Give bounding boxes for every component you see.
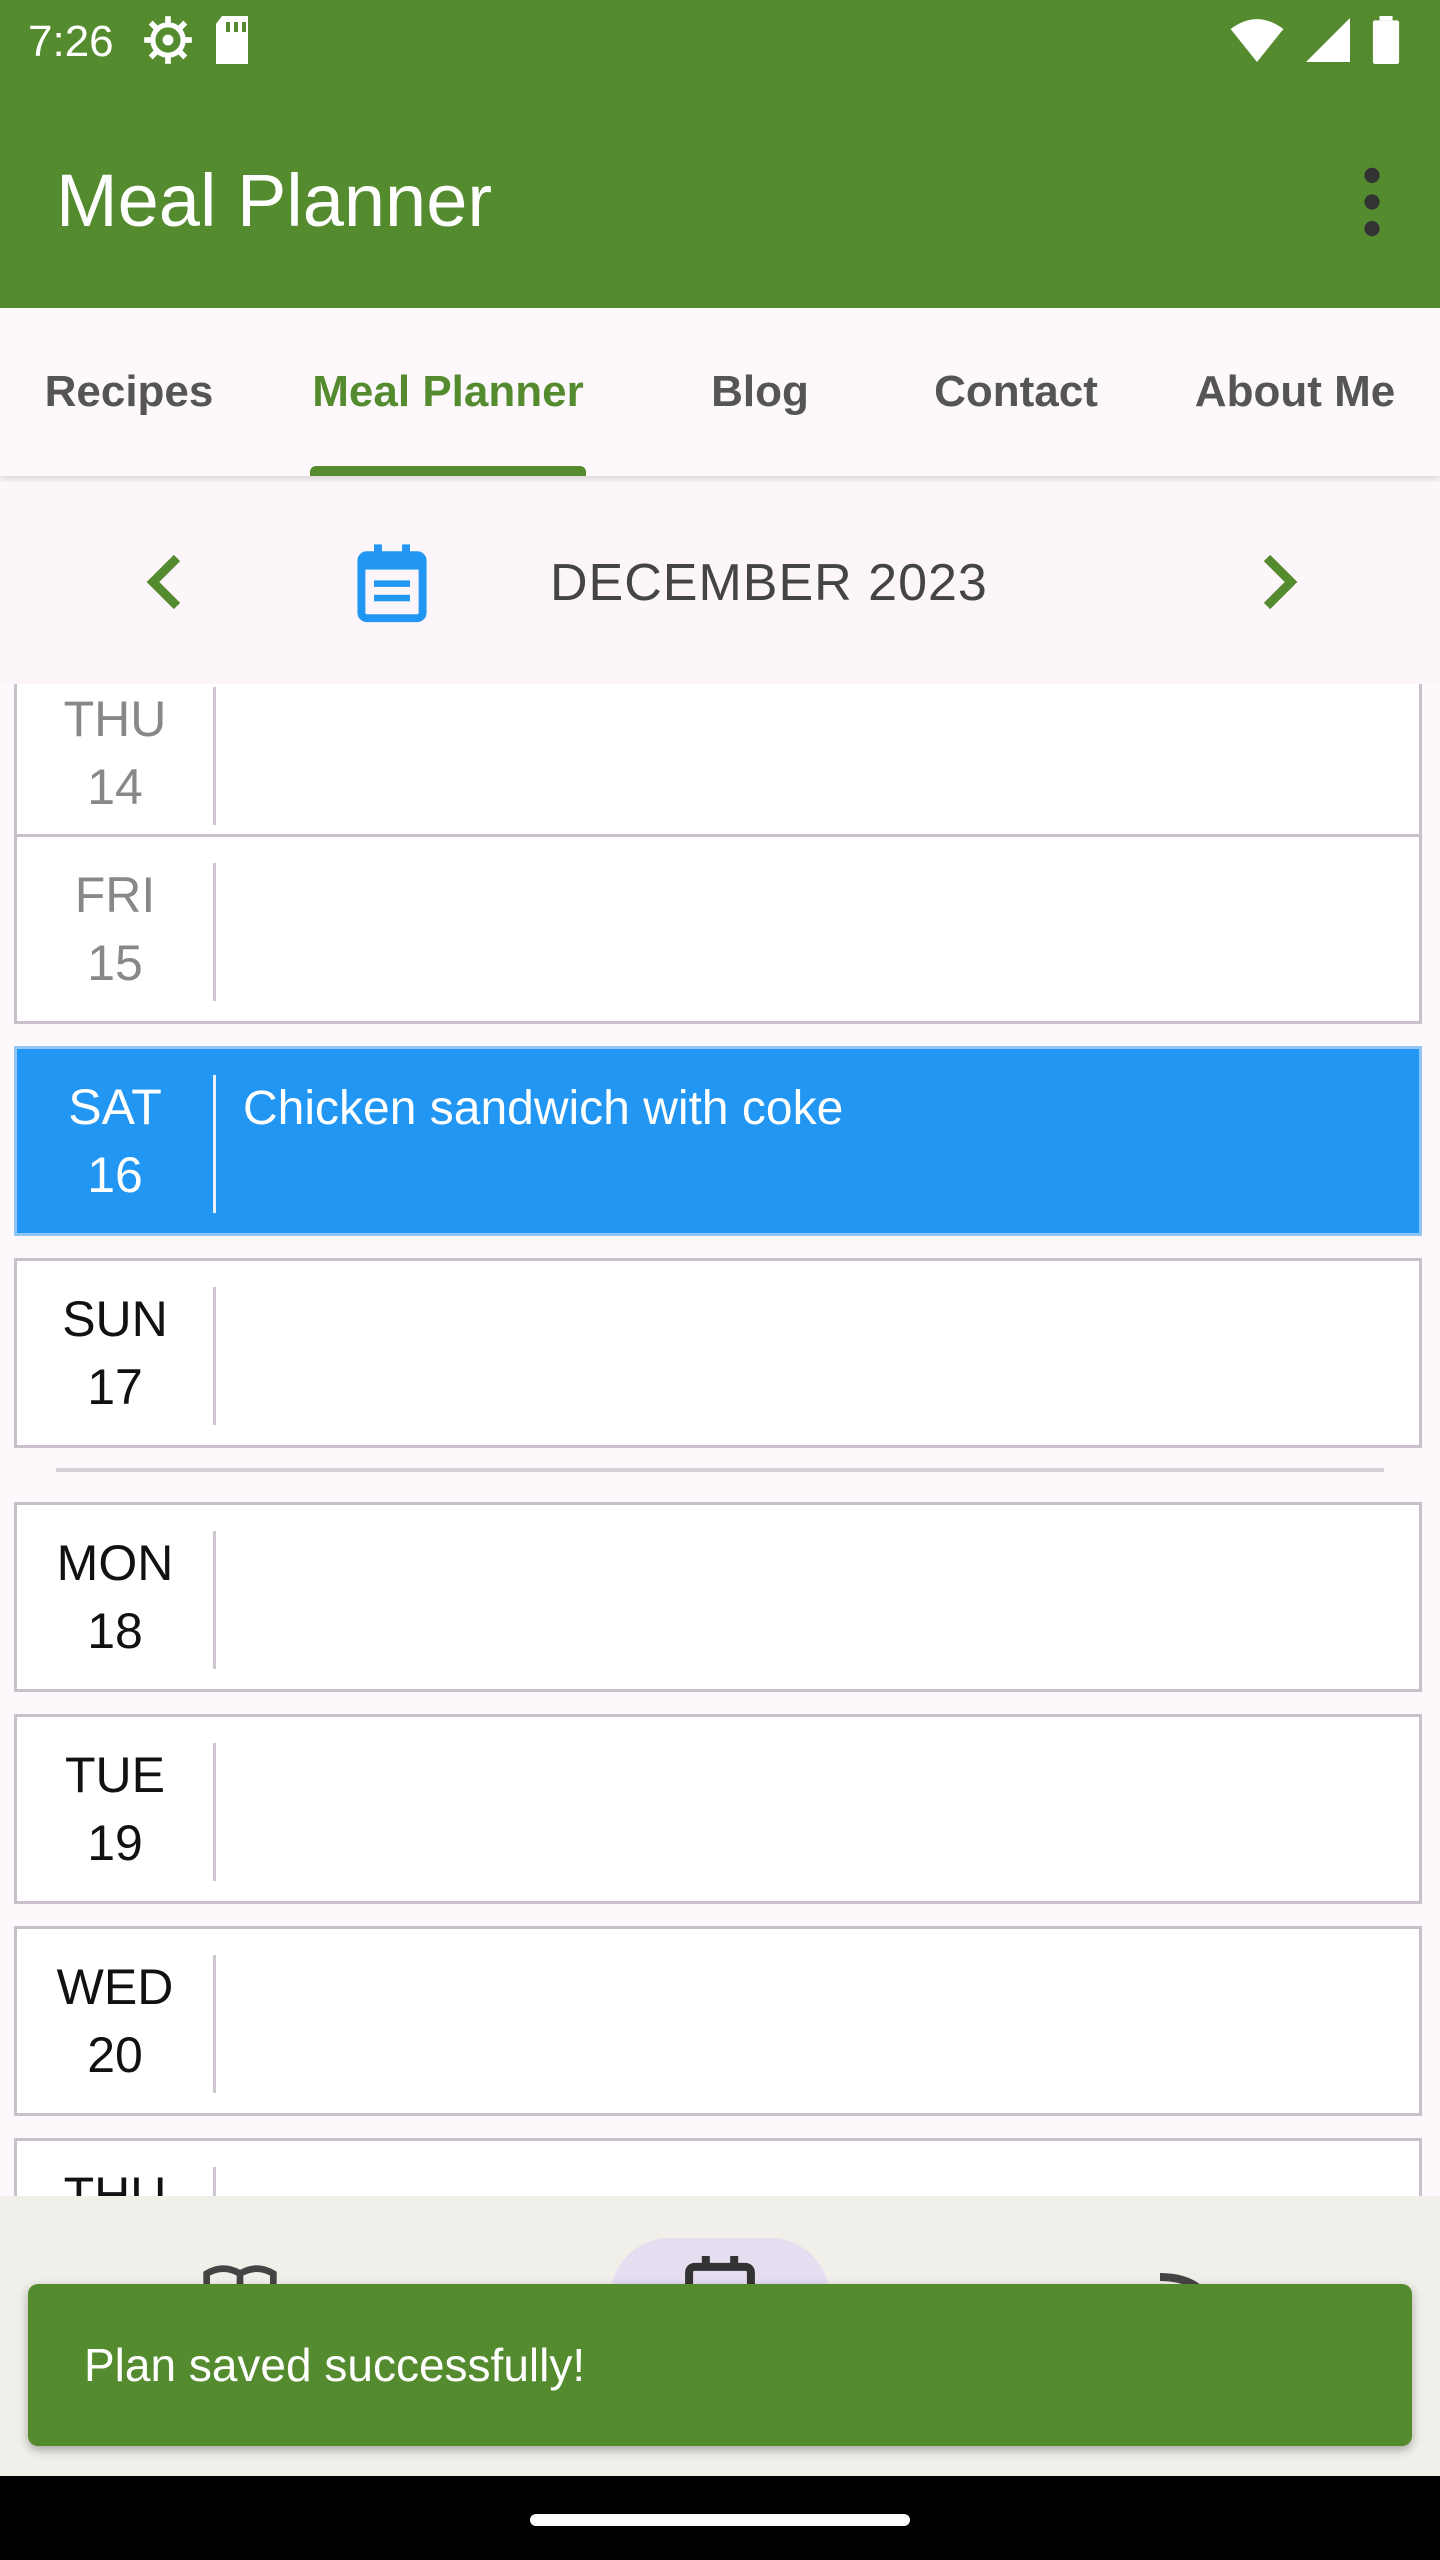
day-row-fri-15[interactable]: FRI 15 [14,834,1422,1024]
sd-card-icon [212,16,252,69]
day-row-wed-20[interactable]: WED 20 [14,1926,1422,2116]
status-time: 7:26 [28,17,114,66]
day-name: SAT [68,1079,162,1135]
tab-contact[interactable]: Contact [900,308,1132,476]
day-list: THU 14 FRI 15 SAT 16 Chicken sandwich wi… [0,684,1440,2196]
divider [213,687,216,825]
day-name: THU [63,2167,167,2196]
divider [213,1955,216,2093]
app-bar: Meal Planner [0,84,1440,308]
previous-month-button[interactable] [132,546,204,618]
divider [213,1531,216,1669]
day-date: 18 [87,1603,143,1659]
day-label: WED 20 [17,1929,213,2113]
more-vert-icon [1364,167,1380,237]
day-name: MON [56,1535,174,1591]
day-row-mon-18[interactable]: MON 18 [14,1502,1422,1692]
divider [213,2167,216,2196]
tab-blog[interactable]: Blog [660,308,860,476]
day-date: 17 [87,1359,143,1415]
day-label: TUE 19 [17,1717,213,1901]
next-month-button[interactable] [1240,546,1312,618]
day-row-sat-16[interactable]: SAT 16 Chicken sandwich with coke [14,1046,1422,1236]
month-navigation: DECEMBER 2023 [0,482,1440,684]
day-date: 15 [87,935,143,991]
day-date: 20 [87,2027,143,2083]
divider [213,863,216,1001]
calendar-button[interactable] [356,544,428,624]
day-name: TUE [65,1747,165,1803]
chevron-left-icon [146,554,181,610]
divider [213,1075,216,1213]
day-name: FRI [74,867,156,923]
calendar-icon [357,544,427,623]
day-name: THU [63,691,167,747]
snackbar: Plan saved successfully! [28,2284,1412,2446]
day-row-thu-21[interactable]: THU [14,2138,1422,2196]
day-row-tue-19[interactable]: TUE 19 [14,1714,1422,1904]
battery-icon [1372,16,1400,69]
cell-signal-icon [1306,18,1350,67]
tab-bar: Recipes Meal Planner Blog Contact About … [0,308,1440,476]
tab-recipes[interactable]: Recipes [0,308,258,476]
day-name: SUN [62,1291,168,1347]
settings-icon [142,14,194,71]
tab-about-me[interactable]: About Me [1170,308,1420,476]
day-label: THU [17,2141,213,2196]
home-gesture-handle[interactable] [530,2514,910,2526]
meal-entry: Chicken sandwich with coke [243,1082,844,1135]
day-name: WED [56,1959,174,2015]
day-date: 14 [87,759,143,815]
wifi-icon [1230,18,1284,67]
active-tab-indicator [310,466,586,476]
tab-meal-planner[interactable]: Meal Planner [290,308,606,476]
day-date: 19 [87,1815,143,1871]
day-label: SAT 16 [17,1049,213,1233]
day-label: SUN 17 [17,1261,213,1445]
snackbar-message: Plan saved successfully! [84,2339,586,2391]
more-options-button[interactable] [1348,164,1396,240]
system-navigation-bar [0,2476,1440,2560]
divider [213,1287,216,1425]
day-row-sun-17[interactable]: SUN 17 [14,1258,1422,1448]
day-row-thu-14[interactable]: THU 14 [14,684,1422,848]
app-title: Meal Planner [56,159,493,242]
chevron-right-icon [1263,554,1298,610]
week-separator [56,1468,1384,1472]
day-label: FRI 15 [17,837,213,1021]
day-date: 16 [87,1147,143,1203]
month-label: DECEMBER 2023 [550,554,988,612]
day-label: MON 18 [17,1505,213,1689]
day-label: THU 14 [17,684,213,845]
status-bar: 7:26 [0,0,1440,84]
divider [213,1743,216,1881]
